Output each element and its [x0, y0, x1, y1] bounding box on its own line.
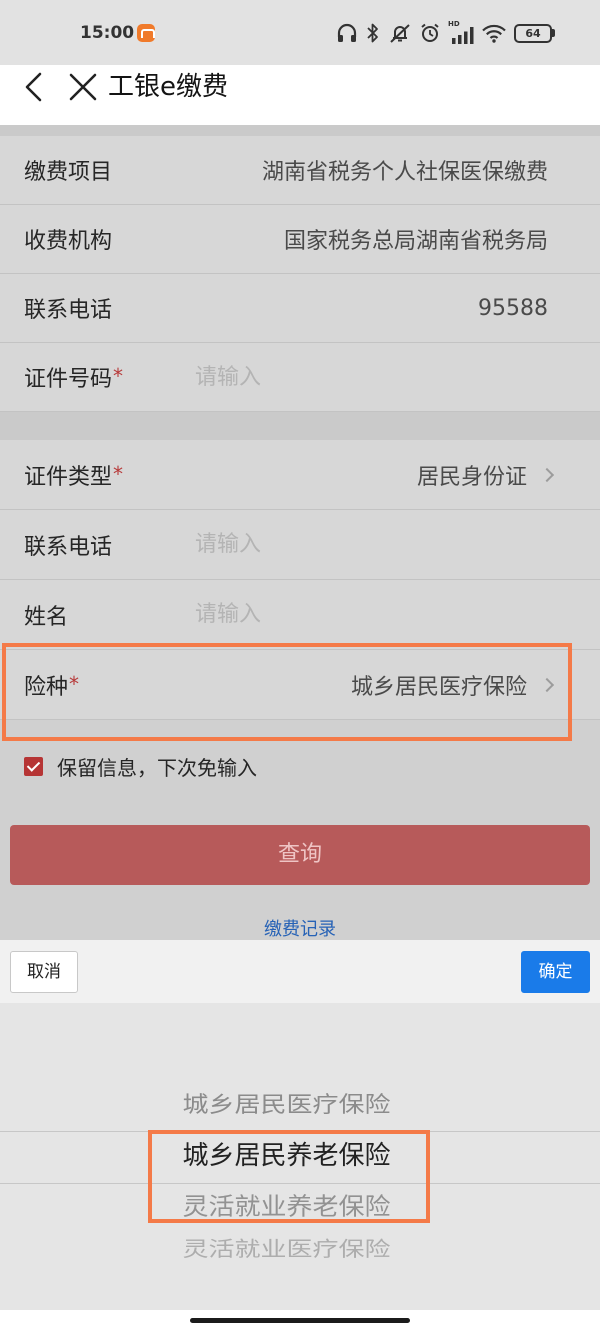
- payment-records-link[interactable]: 缴费记录: [0, 918, 600, 942]
- insurance-type-picker: 取消 确定 城乡居民医疗保险 城乡居民养老保险 灵活就业养老保险 灵活就业医疗保…: [0, 940, 600, 1310]
- selection-line-bottom: [0, 1183, 600, 1184]
- form-row-id-type[interactable]: 证件类型* 居民身份证: [0, 440, 600, 510]
- picker-option[interactable]: 灵活就业医疗保险: [0, 1234, 573, 1265]
- back-icon[interactable]: [22, 72, 46, 102]
- field-label: 联系电话: [24, 298, 113, 323]
- selection-line-top: [0, 1131, 600, 1132]
- form-row-insurance-type[interactable]: 险种* 城乡居民医疗保险: [0, 650, 600, 720]
- app-notification-icon: [137, 24, 155, 42]
- battery-icon: 64: [514, 23, 556, 43]
- alarm-icon: [421, 23, 439, 42]
- field-label: 证件号码*: [24, 364, 124, 392]
- field-value: 国家税务总局湖南省税务局: [283, 229, 548, 254]
- phone-input[interactable]: [195, 532, 600, 557]
- form-row-phone: 联系电话 95588: [0, 274, 600, 343]
- checkbox-label: 保留信息，下次免输入: [57, 755, 257, 780]
- status-bar: 15:00 HD 64: [0, 0, 600, 65]
- form-row-payment-item: 缴费项目 湖南省税务个人社保医保缴费: [0, 136, 600, 205]
- form-row-name: 姓名: [0, 580, 600, 650]
- field-label: 联系电话: [24, 534, 113, 560]
- mute-icon: [390, 24, 410, 43]
- field-label: 证件类型*: [24, 461, 124, 490]
- close-icon[interactable]: [68, 73, 98, 101]
- section-gap: [0, 125, 600, 136]
- picker-toolbar: 取消 确定: [0, 940, 600, 1003]
- field-label: 缴费项目: [24, 160, 113, 185]
- field-label: 姓名: [24, 604, 69, 630]
- checkbox[interactable]: [24, 756, 43, 776]
- personal-info-section: 证件类型* 居民身份证 联系电话 姓名 险种* 城乡居民医疗保险: [0, 440, 600, 720]
- required-mark: *: [69, 671, 80, 696]
- name-input[interactable]: [195, 602, 600, 627]
- form-row-id-number: 证件号码*: [0, 343, 600, 412]
- id-number-input[interactable]: [195, 364, 600, 390]
- form-row-contact-phone: 联系电话: [0, 510, 600, 580]
- status-time: 15:00: [80, 23, 135, 43]
- bluetooth-icon: [367, 23, 378, 43]
- picker-wheel[interactable]: 城乡居民医疗保险 城乡居民养老保险 灵活就业养老保险 灵活就业医疗保险: [0, 1003, 600, 1310]
- page-title: 工银e缴费: [108, 72, 228, 102]
- battery-level: 64: [514, 23, 552, 43]
- required-mark: *: [113, 364, 124, 388]
- wifi-icon: [482, 24, 506, 43]
- query-button[interactable]: 查询: [10, 825, 590, 885]
- picker-option-selected[interactable]: 城乡居民养老保险: [0, 1136, 573, 1176]
- form-row-payee: 收费机构 国家税务总局湖南省税务局: [0, 205, 600, 274]
- required-mark: *: [113, 461, 124, 486]
- remember-info-checkbox-row[interactable]: 保留信息，下次免输入: [24, 753, 257, 780]
- section-gap: [0, 412, 600, 440]
- signal-icon: HD: [448, 20, 474, 44]
- payment-info-section: 缴费项目 湖南省税务个人社保医保缴费 收费机构 国家税务总局湖南省税务局 联系电…: [0, 136, 600, 412]
- field-label: 收费机构: [24, 229, 113, 254]
- field-label: 险种*: [24, 671, 80, 700]
- confirm-button[interactable]: 确定: [521, 951, 590, 993]
- cancel-button[interactable]: 取消: [10, 951, 78, 993]
- home-indicator-area: [0, 1310, 600, 1333]
- field-value: 95588: [478, 295, 548, 321]
- system-icons: HD 64: [336, 20, 556, 45]
- field-value: 湖南省税务个人社保医保缴费: [261, 160, 548, 185]
- picker-option[interactable]: 城乡居民医疗保险: [0, 1088, 573, 1122]
- picker-option[interactable]: 灵活就业养老保险: [0, 1189, 573, 1226]
- headphones-icon: [337, 23, 357, 42]
- home-indicator[interactable]: [190, 1318, 410, 1323]
